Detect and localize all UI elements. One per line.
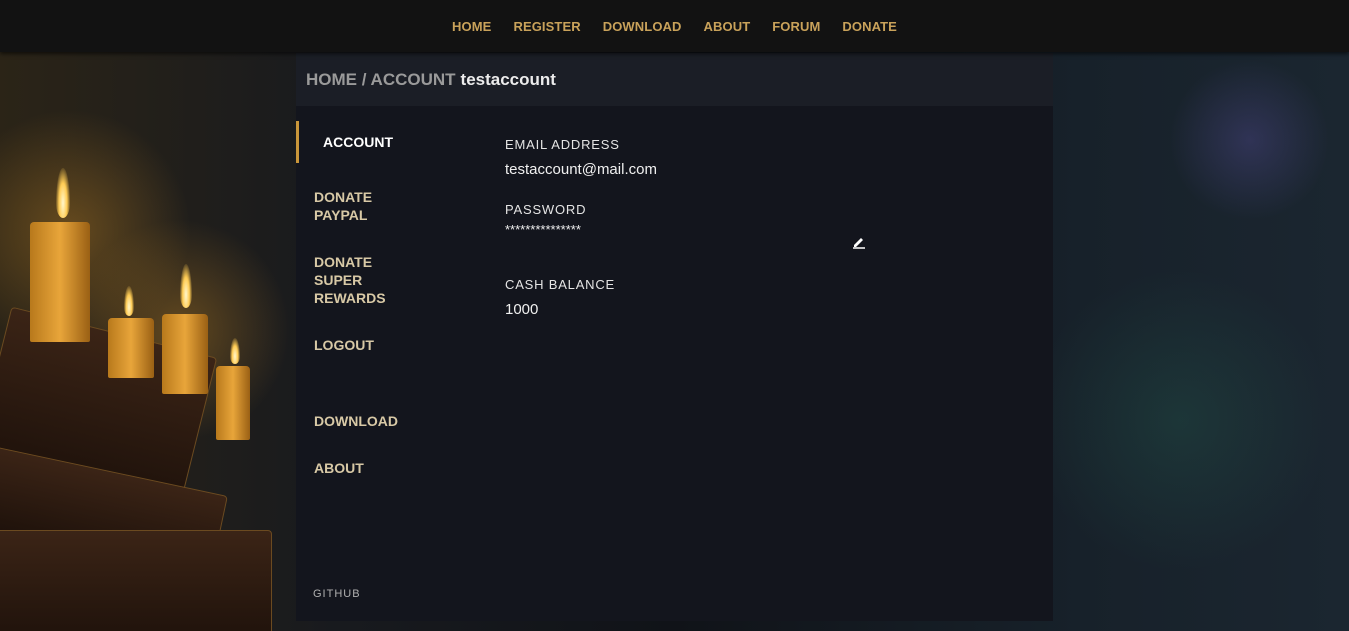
top-navigation: HOME REGISTER DOWNLOAD ABOUT FORUM DONAT… (0, 0, 1349, 52)
nav-forum-link[interactable]: FORUM (772, 19, 820, 34)
breadcrumb-path: HOME / ACCOUNT (306, 69, 456, 89)
password-field: PASSWORD *************** (505, 202, 1025, 237)
nav-about-link[interactable]: ABOUT (704, 19, 751, 34)
breadcrumb: HOME / ACCOUNT testaccount (296, 53, 1053, 106)
email-field: EMAIL ADDRESS testaccount@mail.com (505, 137, 1025, 178)
pencil-edit-icon[interactable] (851, 234, 867, 250)
password-value: *************** (505, 222, 581, 237)
nav-home-link[interactable]: HOME (452, 19, 491, 34)
sidebar-item-about[interactable]: ABOUT (296, 459, 476, 477)
github-link[interactable]: GITHUB (313, 588, 361, 600)
account-sidebar: ACCOUNT DONATE PAYPAL DONATE SUPER REWAR… (296, 121, 476, 477)
email-value: testaccount@mail.com (505, 161, 657, 178)
email-label: EMAIL ADDRESS (505, 137, 620, 152)
account-panel: HOME / ACCOUNT testaccount ACCOUNT DONAT… (296, 53, 1053, 621)
sidebar-item-download[interactable]: DOWNLOAD (296, 412, 476, 430)
cash-balance-label: CASH BALANCE (505, 277, 616, 292)
candle-flame-3 (180, 264, 192, 308)
cash-balance-value: 1000 (505, 301, 539, 318)
nav-register-link[interactable]: REGISTER (513, 19, 580, 34)
candle-2 (108, 318, 154, 378)
book-stack-3 (0, 530, 272, 631)
account-details: EMAIL ADDRESS testaccount@mail.com PASSW… (505, 137, 1025, 318)
sidebar-item-donate-paypal[interactable]: DONATE PAYPAL (296, 188, 476, 224)
candle-3 (162, 314, 208, 394)
password-label: PASSWORD (505, 202, 587, 217)
sidebar-item-logout[interactable]: LOGOUT (296, 336, 476, 354)
candle-flame-1 (56, 168, 70, 218)
candle-flame-4 (230, 338, 240, 364)
cash-balance-field: CASH BALANCE 1000 (505, 277, 1025, 318)
candle-flame-2 (124, 286, 134, 316)
nav-donate-link[interactable]: DONATE (842, 19, 897, 34)
candle-1 (30, 222, 90, 342)
sidebar-item-account[interactable]: ACCOUNT (296, 121, 476, 163)
nav-download-link[interactable]: DOWNLOAD (603, 19, 682, 34)
breadcrumb-username: testaccount (460, 69, 556, 89)
sidebar-item-donate-super-rewards[interactable]: DONATE SUPER REWARDS (296, 253, 476, 307)
candle-4 (216, 366, 250, 440)
